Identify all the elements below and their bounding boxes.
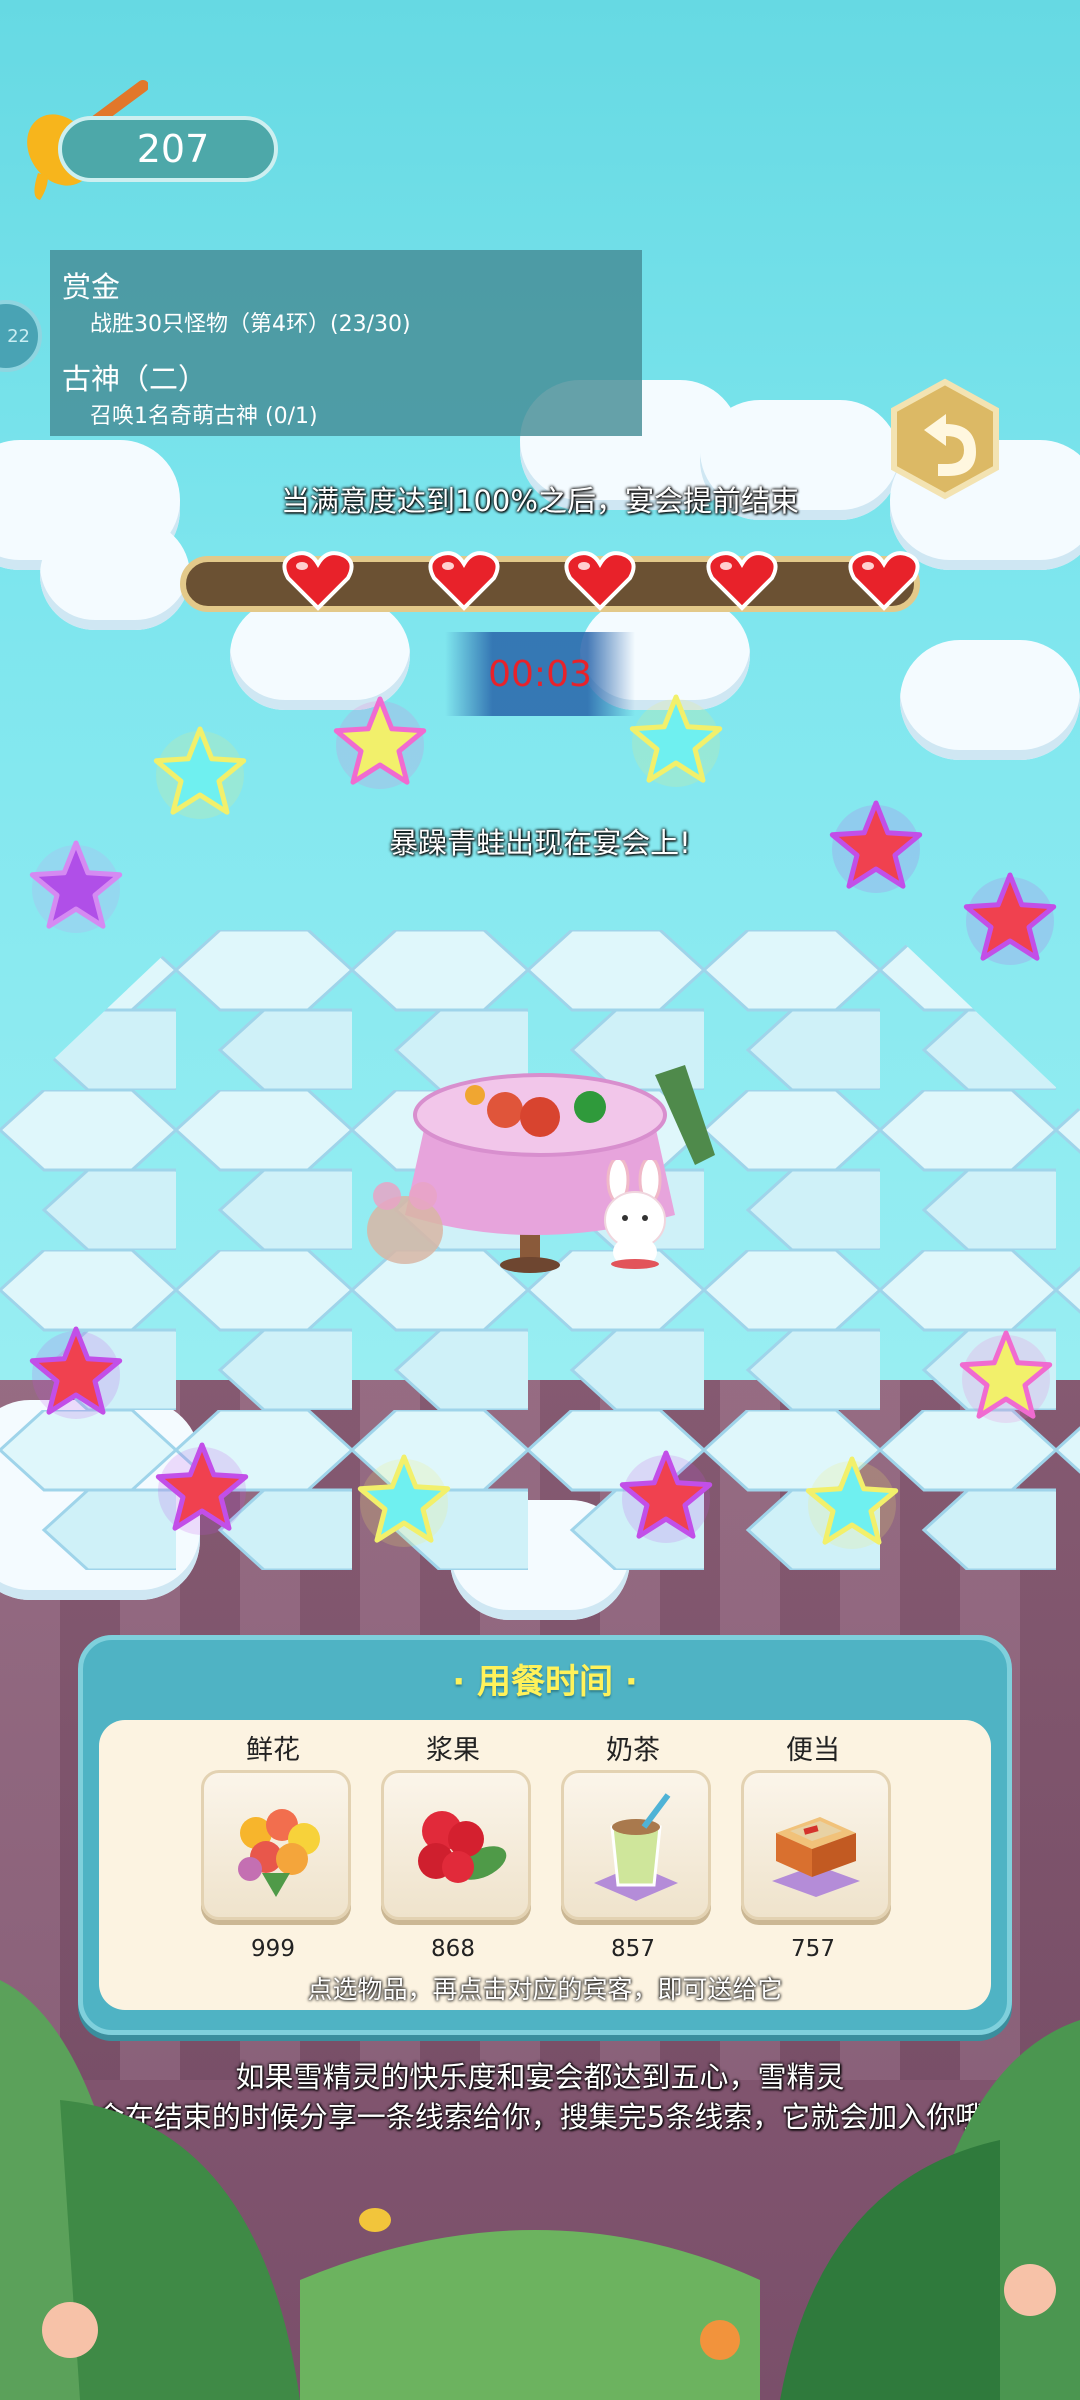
star-icon [29,1326,123,1419]
item-slot[interactable] [381,1770,531,1920]
heart-icon [564,551,636,611]
item-count: 757 [791,1936,835,1962]
star-icon [333,696,427,789]
item-name: 鲜花 [246,1735,300,1766]
panel-inner: 鲜花 999 浆果 868 奶茶 857 便当 757 点选物品，再点击对应的宾… [99,1720,991,2010]
star-icon [829,800,923,893]
quest-tracker[interactable]: 赏金 战胜30只怪物（第4环）(23/30) 古神（二） 召唤1名奇萌古神 (0… [50,250,642,436]
item-slot[interactable] [561,1770,711,1920]
bento-box-icon [772,1817,860,1897]
item-slot[interactable] [201,1770,351,1920]
star-icon [29,840,123,933]
star-icon [153,726,247,819]
quest-title: 赏金 [62,270,121,304]
item-name: 浆果 [426,1735,480,1766]
star-icon [805,1456,899,1549]
star-icon [629,694,723,787]
flower-bouquet-icon [238,1809,320,1897]
item-count: 857 [611,1936,655,1962]
frog-guest[interactable] [355,1170,455,1270]
quest-detail: 召唤1名奇萌古神 (0/1) [90,404,318,429]
star-icon [155,1442,249,1535]
raspberry-icon [418,1811,507,1883]
heart-icon [848,551,920,611]
item-count: 999 [251,1936,295,1962]
item-count: 868 [431,1936,475,1962]
panel-title: · 用餐时间 · [452,1662,638,1702]
star-icon [357,1454,451,1547]
foliage-decoration [0,1980,1080,2400]
snow-bunny-guest[interactable] [590,1160,680,1270]
heart-icon [706,551,778,611]
heart-icon [428,551,500,611]
countdown-timer: 00:03 [445,632,635,716]
cloud [40,520,190,630]
honey-counter: 207 [58,116,278,182]
quest-detail: 战胜30只怪物（第4环）(23/30) [90,312,411,337]
item-name: 便当 [786,1735,840,1766]
star-icon [959,1330,1053,1423]
satisfaction-hint: 当满意度达到100%之后，宴会提前结束 [281,484,799,518]
item-name: 奶茶 [606,1735,660,1766]
heart-icon [282,551,354,611]
cloud [900,640,1080,760]
star-icon [619,1450,713,1543]
milk-tea-icon [594,1793,678,1901]
meal-panel: · 用餐时间 · 鲜花 999 浆果 868 奶茶 857 便当 757 点选物… [78,1635,1012,2035]
quest-title: 古神（二） [62,362,208,396]
item-slot[interactable] [741,1770,891,1920]
star-icon [963,872,1057,965]
